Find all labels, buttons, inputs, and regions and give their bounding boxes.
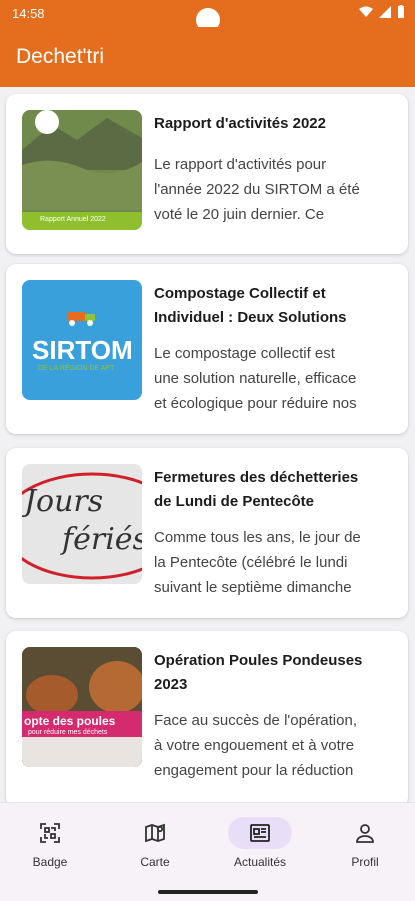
title-line: Fermetures des déchetteries [154,469,359,486]
news-card-compostage[interactable]: SIRTOM DE LA RÉGION DE APT Compostage Co… [6,264,408,434]
signal-icon [379,5,391,18]
nav-label: Carte [140,855,170,869]
map-icon [145,823,165,843]
bottom-navigation: Badge Carte Actualités Profil [0,802,415,901]
news-card-rapport[interactable]: Rapport Annuel 2022 Rapport d'activités … [6,94,408,254]
article-thumbnail: SIRTOM DE LA RÉGION DE APT [22,280,142,400]
article-excerpt: Le compostage collectif est une solution… [154,341,389,416]
landscape-image [22,110,142,230]
nav-item-actualites[interactable]: Actualités [215,803,305,883]
article-title: Rapport d'activités 2022 [154,115,326,132]
hens-image [22,647,142,767]
article-thumbnail: opte des poules pour réduire mes déchets [22,647,142,767]
qr-code-icon [40,823,60,843]
thumbnail-caption: Rapport Annuel 2022 [40,216,106,223]
article-title: Fermetures des déchetteries de Lundi de … [154,466,386,514]
nav-icon-container [18,817,82,849]
app-title: Dechet'tri [16,45,105,68]
nav-icon-container [123,817,187,849]
excerpt-line: l'année 2022 du SIRTOM a été [154,181,360,198]
title-line: Opération Poules Pondeuses [154,652,363,669]
wifi-icon [359,6,373,17]
nav-label: Actualités [233,855,287,869]
newspaper-icon [250,824,270,842]
status-time: 14:58 [12,6,45,21]
title-line: Compostage Collectif et [154,285,326,302]
article-excerpt: Comme tous les ans, le jour de la Pentec… [154,525,389,600]
status-icons [359,5,405,18]
nav-item-carte[interactable]: Carte [110,803,200,883]
excerpt-line: Face au succès de l'opération, [154,712,357,729]
news-card-poules[interactable]: opte des poules pour réduire mes déchets… [6,631,408,802]
article-thumbnail: Rapport Annuel 2022 [22,110,142,230]
news-card-fermetures[interactable]: Jours fériés Fermetures des déchetteries… [6,448,408,618]
title-line: de Lundi de Pentecôte [154,493,315,510]
nav-item-badge[interactable]: Badge [5,803,95,883]
article-thumbnail: Jours fériés [22,464,142,584]
handwriting-line: fériés [62,522,142,557]
article-excerpt: Face au succès de l'opération, à votre e… [154,708,389,783]
title-line: Individuel : Deux Solutions [154,309,347,326]
excerpt-line: une solution naturelle, efficace [154,370,357,387]
thumbnail-subcaption: pour réduire mes déchets [28,729,108,736]
nav-label: Badge [32,855,68,869]
nav-icon-container-active [228,817,292,849]
excerpt-line: à votre engouement et à votre [154,737,355,754]
excerpt-line: Le rapport d'activités pour [154,156,327,173]
nav-label: Profil [351,855,379,869]
news-feed[interactable]: Rapport Annuel 2022 Rapport d'activités … [0,87,415,802]
excerpt-line: suivant le septième dimanche [154,579,352,596]
home-indicator [158,890,258,894]
excerpt-line: Comme tous les ans, le jour de [154,529,361,546]
sirtom-logo: SIRTOM [32,335,133,365]
excerpt-line: engagement pour la réduction [154,762,354,779]
nav-item-profil[interactable]: Profil [320,803,410,883]
battery-icon [398,5,404,18]
article-title: Compostage Collectif et Individuel : Deu… [154,282,386,330]
thumbnail-caption: opte des poules [24,714,116,728]
title-line: 2023 [154,676,188,693]
excerpt-line: voté le 20 juin dernier. Ce [154,206,325,223]
article-excerpt: Le rapport d'activités pour l'année 2022… [154,152,389,227]
excerpt-line: et écologique pour réduire nos [154,395,357,412]
excerpt-line: Le compostage collectif est [154,345,335,362]
article-title: Opération Poules Pondeuses 2023 [154,649,386,697]
handwriting-line: Jours [24,484,104,519]
excerpt-line: la Pentecôte (célébré le lundi [154,554,348,571]
sirtom-subtitle: DE LA RÉGION DE APT [38,365,115,372]
status-bar: 14:58 [0,0,415,32]
nav-icon-container [333,817,397,849]
app-bar: Dechet'tri [0,27,415,87]
person-icon [356,824,374,843]
